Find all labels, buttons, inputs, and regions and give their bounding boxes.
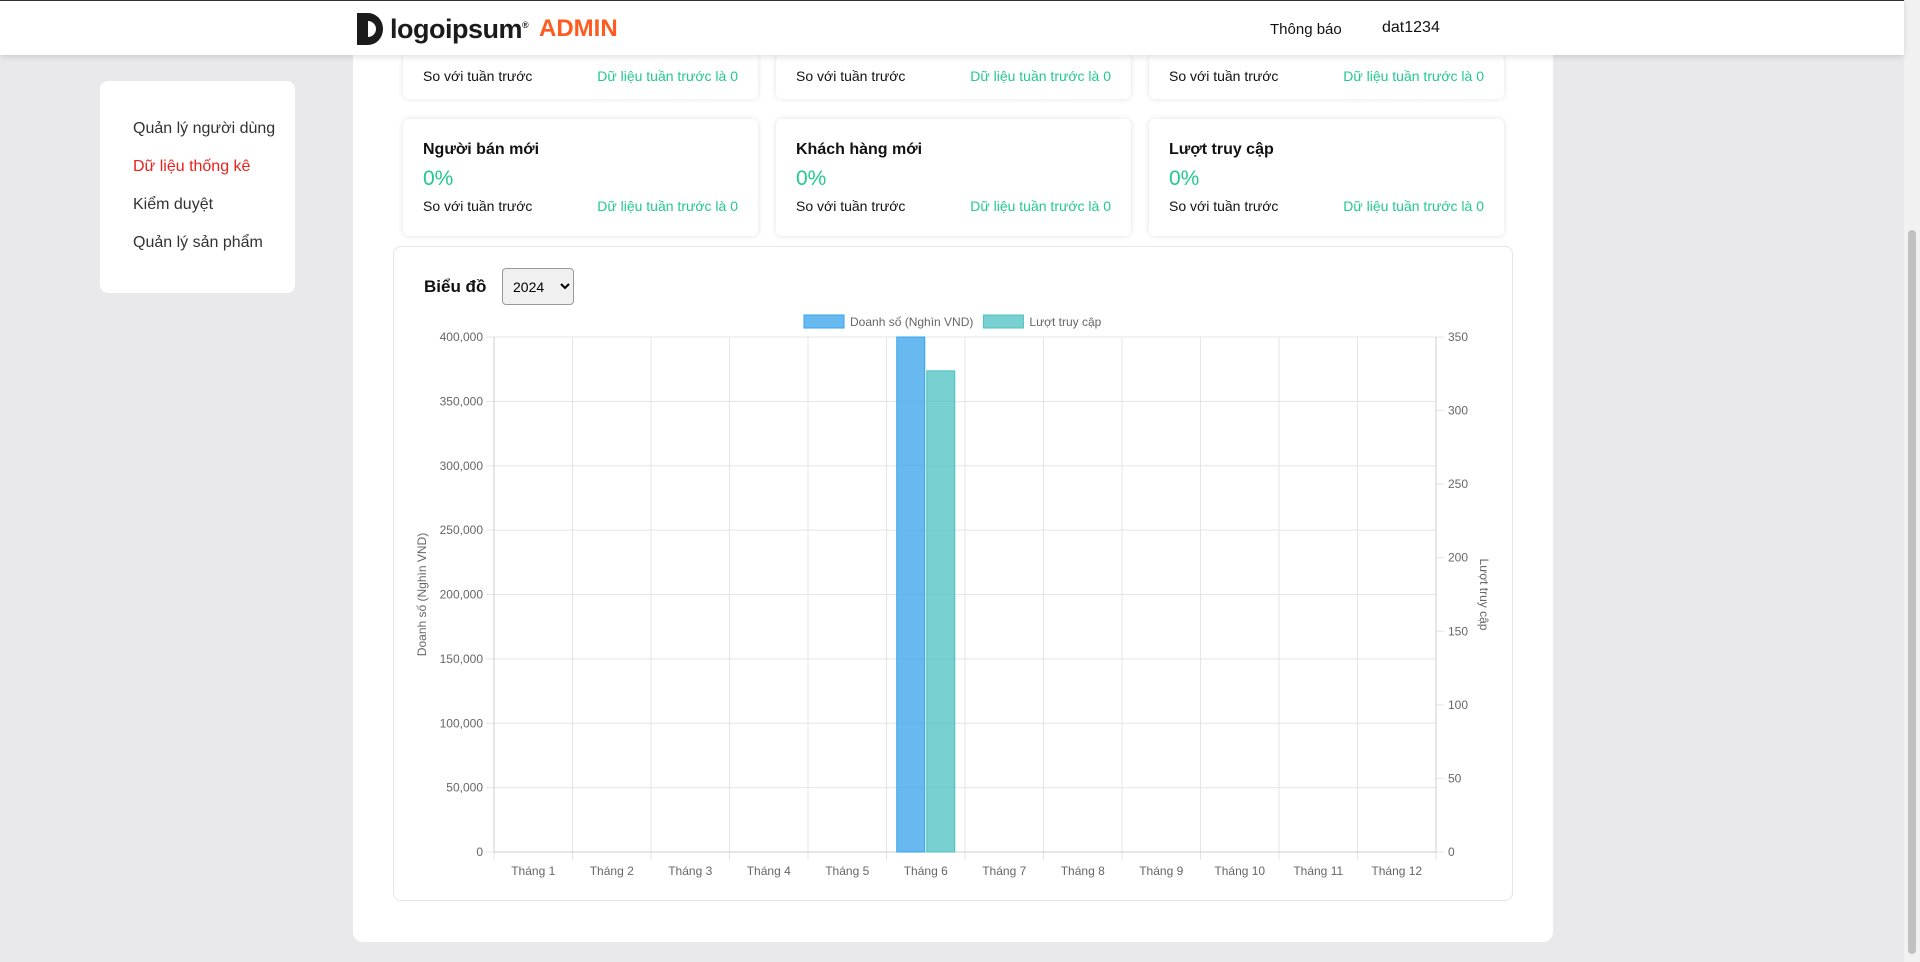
y-left-tick-label: 350,000	[440, 394, 484, 408]
y-right-axis-title: Lượt truy cập	[1477, 559, 1491, 631]
sidebar-item-products[interactable]: Quản lý sản phẩm	[133, 234, 263, 252]
bar-chart: 0 50,000 100,000 150,000 200,000 250,000 300,0…	[415, 314, 1491, 878]
x-tick-label: Tháng 2	[590, 864, 634, 878]
card-title: Lượt truy cập	[1169, 141, 1274, 158]
x-tick-label: Tháng 3	[668, 864, 712, 878]
sidebar: Quản lý người dùng Dữ liệu thống kê Kiểm…	[100, 81, 295, 293]
card-compare-label: So với tuần trước	[423, 68, 533, 84]
scrollbar-thumb[interactable]	[1908, 230, 1916, 954]
user-menu[interactable]: dat1234	[1382, 19, 1440, 37]
y-left-tick-label: 300,000	[440, 459, 484, 473]
bar	[926, 370, 956, 853]
stat-card-new-sellers: Người bán mới 0% So với tuần trước Dữ li…	[403, 119, 758, 236]
x-tick-label: Tháng 4	[747, 864, 791, 878]
x-tick-label: Tháng 10	[1214, 864, 1265, 878]
x-tick-label: Tháng 11	[1293, 864, 1343, 878]
stat-card-partial: So với tuần trước Dữ liệu tuần trước là …	[776, 54, 1131, 99]
admin-label: ADMIN	[539, 15, 618, 42]
legend-label: Lượt truy cập	[1029, 315, 1101, 329]
y-left-tick-label: 0	[476, 845, 483, 859]
card-compare-label: So với tuần trước	[1169, 68, 1279, 84]
logo-text: logoipsum®	[390, 13, 529, 44]
y-left-axis-title: Doanh số (Nghìn VND)	[415, 533, 429, 656]
y-right-tick-label: 150	[1448, 624, 1468, 638]
stat-card-partial: So với tuần trước Dữ liệu tuần trước là …	[403, 54, 758, 99]
card-previous-label: Dữ liệu tuần trước là 0	[970, 198, 1111, 214]
x-tick-label: Tháng 6	[904, 864, 948, 878]
x-tick-label: Tháng 9	[1139, 864, 1183, 878]
stat-card-new-customers: Khách hàng mới 0% So với tuần trước Dữ l…	[776, 119, 1131, 236]
sidebar-item-users[interactable]: Quản lý người dùng	[133, 120, 275, 138]
card-title: Người bán mới	[423, 141, 540, 158]
y-left-tick-label: 150,000	[440, 652, 484, 666]
card-compare-label: So với tuần trước	[796, 198, 906, 214]
legend-swatch	[803, 314, 845, 329]
top-header: logoipsum® ADMIN Thông báo dat1234	[0, 0, 1904, 55]
stat-card-visits: Lượt truy cập 0% So với tuần trước Dữ li…	[1149, 119, 1504, 236]
y-right-tick-label: 100	[1448, 698, 1468, 712]
card-title: Khách hàng mới	[796, 141, 923, 158]
logo-icon	[357, 13, 383, 45]
y-left-tick-label: 250,000	[440, 523, 484, 537]
y-left-tick-label: 400,000	[440, 330, 484, 344]
logo[interactable]: logoipsum®	[354, 9, 529, 49]
x-tick-label: Tháng 7	[982, 864, 1026, 878]
card-compare-label: So với tuần trước	[1169, 198, 1279, 214]
card-previous-label: Dữ liệu tuần trước là 0	[970, 68, 1111, 84]
card-value: 0%	[1169, 167, 1200, 190]
sidebar-item-moderation[interactable]: Kiểm duyệt	[133, 196, 213, 214]
y-right-tick-label: 200	[1448, 551, 1468, 565]
card-value: 0%	[423, 167, 454, 190]
stat-card-partial: So với tuần trước Dữ liệu tuần trước là …	[1149, 54, 1504, 99]
y-right-tick-label: 300	[1448, 404, 1468, 418]
x-tick-label: Tháng 1	[511, 864, 555, 878]
chart-section: Biểu đồ 2024 0 50,000 100,000 150,000 200,00…	[393, 246, 1513, 901]
legend-swatch	[982, 314, 1024, 329]
card-previous-label: Dữ liệu tuần trước là 0	[597, 68, 738, 84]
y-right-tick-label: 50	[1448, 771, 1462, 785]
x-tick-label: Tháng 5	[825, 864, 869, 878]
y-left-tick-label: 50,000	[446, 781, 483, 795]
y-right-tick-label: 0	[1448, 845, 1455, 859]
legend-label: Doanh số (Nghìn VND)	[850, 315, 973, 329]
y-right-tick-label: 250	[1448, 477, 1468, 491]
card-compare-label: So với tuần trước	[423, 198, 533, 214]
card-value: 0%	[796, 167, 827, 190]
page-scrollbar[interactable]	[1904, 0, 1920, 962]
x-tick-label: Tháng 12	[1371, 864, 1422, 878]
x-tick-label: Tháng 8	[1061, 864, 1105, 878]
card-previous-label: Dữ liệu tuần trước là 0	[1343, 198, 1484, 214]
bar	[896, 336, 926, 853]
y-left-tick-label: 200,000	[440, 588, 484, 602]
y-right-tick-label: 350	[1448, 330, 1468, 344]
notification-link[interactable]: Thông báo	[1270, 21, 1342, 38]
card-previous-label: Dữ liệu tuần trước là 0	[597, 198, 738, 214]
sidebar-item-statistics[interactable]: Dữ liệu thống kê	[133, 158, 250, 176]
card-compare-label: So với tuần trước	[796, 68, 906, 84]
card-previous-label: Dữ liệu tuần trước là 0	[1343, 68, 1484, 84]
y-left-tick-label: 100,000	[440, 716, 484, 730]
